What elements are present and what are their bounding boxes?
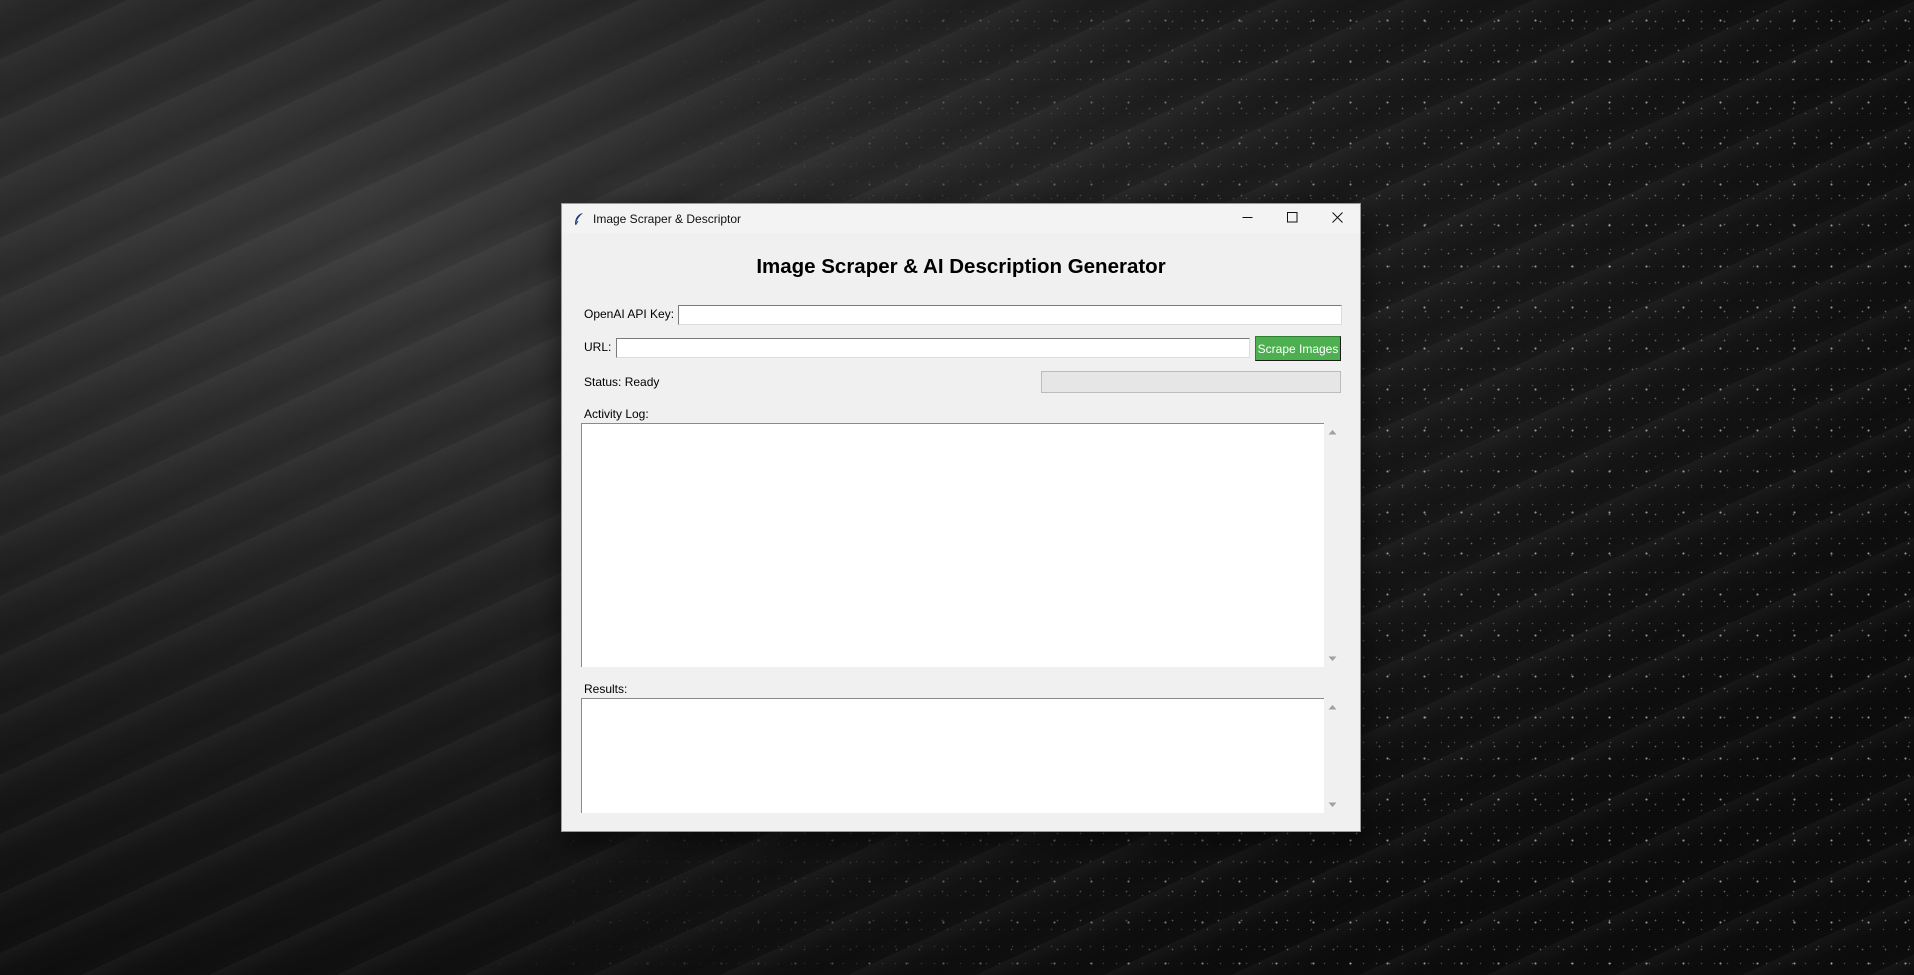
window-title: Image Scraper & Descriptor [593, 211, 742, 226]
title-bar[interactable]: Image Scraper & Descriptor [562, 204, 1360, 233]
maximize-button[interactable] [1270, 204, 1315, 233]
activity-log-scrollbar[interactable] [1324, 423, 1341, 667]
main-content: Image Scraper & AI Description Generator… [562, 233, 1360, 832]
api-key-label: OpenAI API Key: [584, 307, 675, 321]
scrape-images-button[interactable]: Scrape Images [1255, 336, 1341, 361]
minimize-icon [1242, 210, 1253, 228]
activity-log-textarea[interactable] [581, 423, 1324, 667]
url-input[interactable] [616, 338, 1250, 358]
scroll-down-icon[interactable] [1324, 796, 1341, 813]
status-label: Status: Ready [584, 375, 660, 389]
close-button[interactable] [1315, 204, 1360, 233]
api-key-input[interactable] [678, 305, 1342, 325]
results-textarea[interactable] [581, 698, 1324, 813]
close-icon [1332, 210, 1343, 228]
scroll-up-icon[interactable] [1324, 423, 1341, 440]
feather-icon [571, 211, 587, 227]
scroll-down-icon[interactable] [1324, 650, 1341, 667]
url-label: URL: [584, 340, 612, 354]
app-window: Image Scraper & Descriptor Image Scraper… [561, 203, 1361, 832]
progress-bar [1041, 371, 1341, 393]
minimize-button[interactable] [1225, 204, 1270, 233]
scroll-up-icon[interactable] [1324, 698, 1341, 715]
page-title: Image Scraper & AI Description Generator [756, 255, 1166, 278]
maximize-icon [1287, 210, 1298, 228]
results-scrollbar[interactable] [1324, 698, 1341, 813]
activity-log-label: Activity Log: [584, 407, 649, 421]
results-label: Results: [584, 682, 628, 696]
